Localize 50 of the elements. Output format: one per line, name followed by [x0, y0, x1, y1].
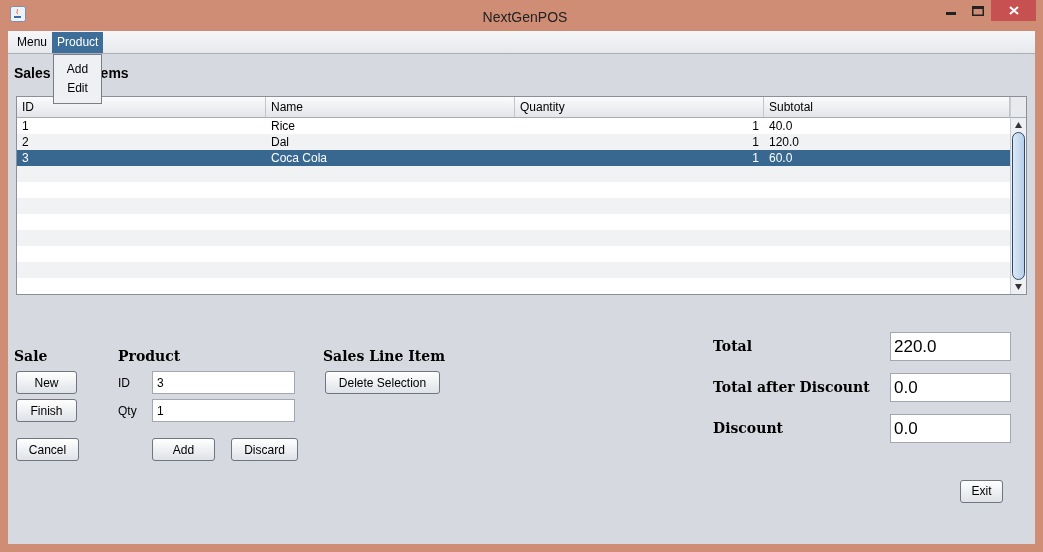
field-label: Total: [713, 337, 753, 356]
field-label: Qty: [118, 402, 138, 420]
column-header[interactable]: Name: [266, 97, 515, 117]
text-field[interactable]: 3: [152, 371, 295, 394]
table-cell-text: Coca Cola: [270, 150, 329, 166]
section-heading: Sale: [14, 347, 49, 366]
table-cell-text: 60.0: [768, 150, 794, 166]
close-icon: [1008, 6, 1019, 15]
push-button[interactable]: Finish: [16, 399, 77, 422]
text-field[interactable]: 0.0: [890, 414, 1011, 443]
table-row[interactable]: 3 Coca Cola 1 60.0: [17, 150, 1010, 166]
java-cup-icon: [10, 6, 26, 22]
table-cell-text: 2: [21, 134, 30, 150]
table-cell-text: 1: [751, 150, 760, 166]
scrollbar-thumb[interactable]: [1012, 132, 1025, 280]
close-button[interactable]: [991, 0, 1036, 21]
table-cell-text: 3: [21, 150, 30, 166]
section-heading: Product: [118, 347, 182, 366]
table-cell-text: 1: [751, 118, 760, 134]
push-button[interactable]: New: [16, 371, 77, 394]
section-heading: ems: [100, 64, 129, 83]
section-heading: Sales: [14, 64, 51, 83]
column-header[interactable]: Quantity: [515, 97, 764, 117]
table-cell-text: 120.0: [768, 134, 801, 150]
minimize-icon[interactable]: [946, 12, 956, 16]
push-button[interactable]: Cancel: [16, 438, 79, 461]
field-label: Discount: [713, 419, 785, 438]
menu-item[interactable]: Product: [52, 31, 104, 53]
maximize-icon[interactable]: [972, 6, 984, 16]
menu-option[interactable]: Add: [66, 60, 89, 79]
menu-option[interactable]: Edit: [67, 79, 88, 98]
table-cell-text: 40.0: [768, 118, 794, 134]
window-title: NextGenPOS: [481, 8, 569, 27]
text-field[interactable]: 1: [152, 399, 295, 422]
field-label: ID: [118, 374, 131, 392]
menu-item[interactable]: Menu: [12, 31, 53, 53]
table-cell-text: Rice: [270, 118, 296, 134]
table-cell-text: Dal: [270, 134, 290, 150]
column-header[interactable]: ID: [17, 97, 266, 117]
push-button[interactable]: Exit: [960, 479, 1003, 503]
table-cell-text: 1: [21, 118, 30, 134]
push-button[interactable]: Discard: [231, 438, 298, 461]
table-cell-text: 1: [751, 134, 760, 150]
push-button[interactable]: Delete Selection: [325, 371, 440, 394]
text-field[interactable]: 220.0: [890, 332, 1011, 361]
push-button[interactable]: Add: [152, 438, 215, 461]
section-heading: Sales Line Item: [323, 347, 447, 366]
text-field[interactable]: 0.0: [890, 373, 1011, 402]
table-row[interactable]: 2 Dal 1 120.0: [17, 134, 1010, 150]
field-label: Total after Discount: [713, 378, 871, 397]
